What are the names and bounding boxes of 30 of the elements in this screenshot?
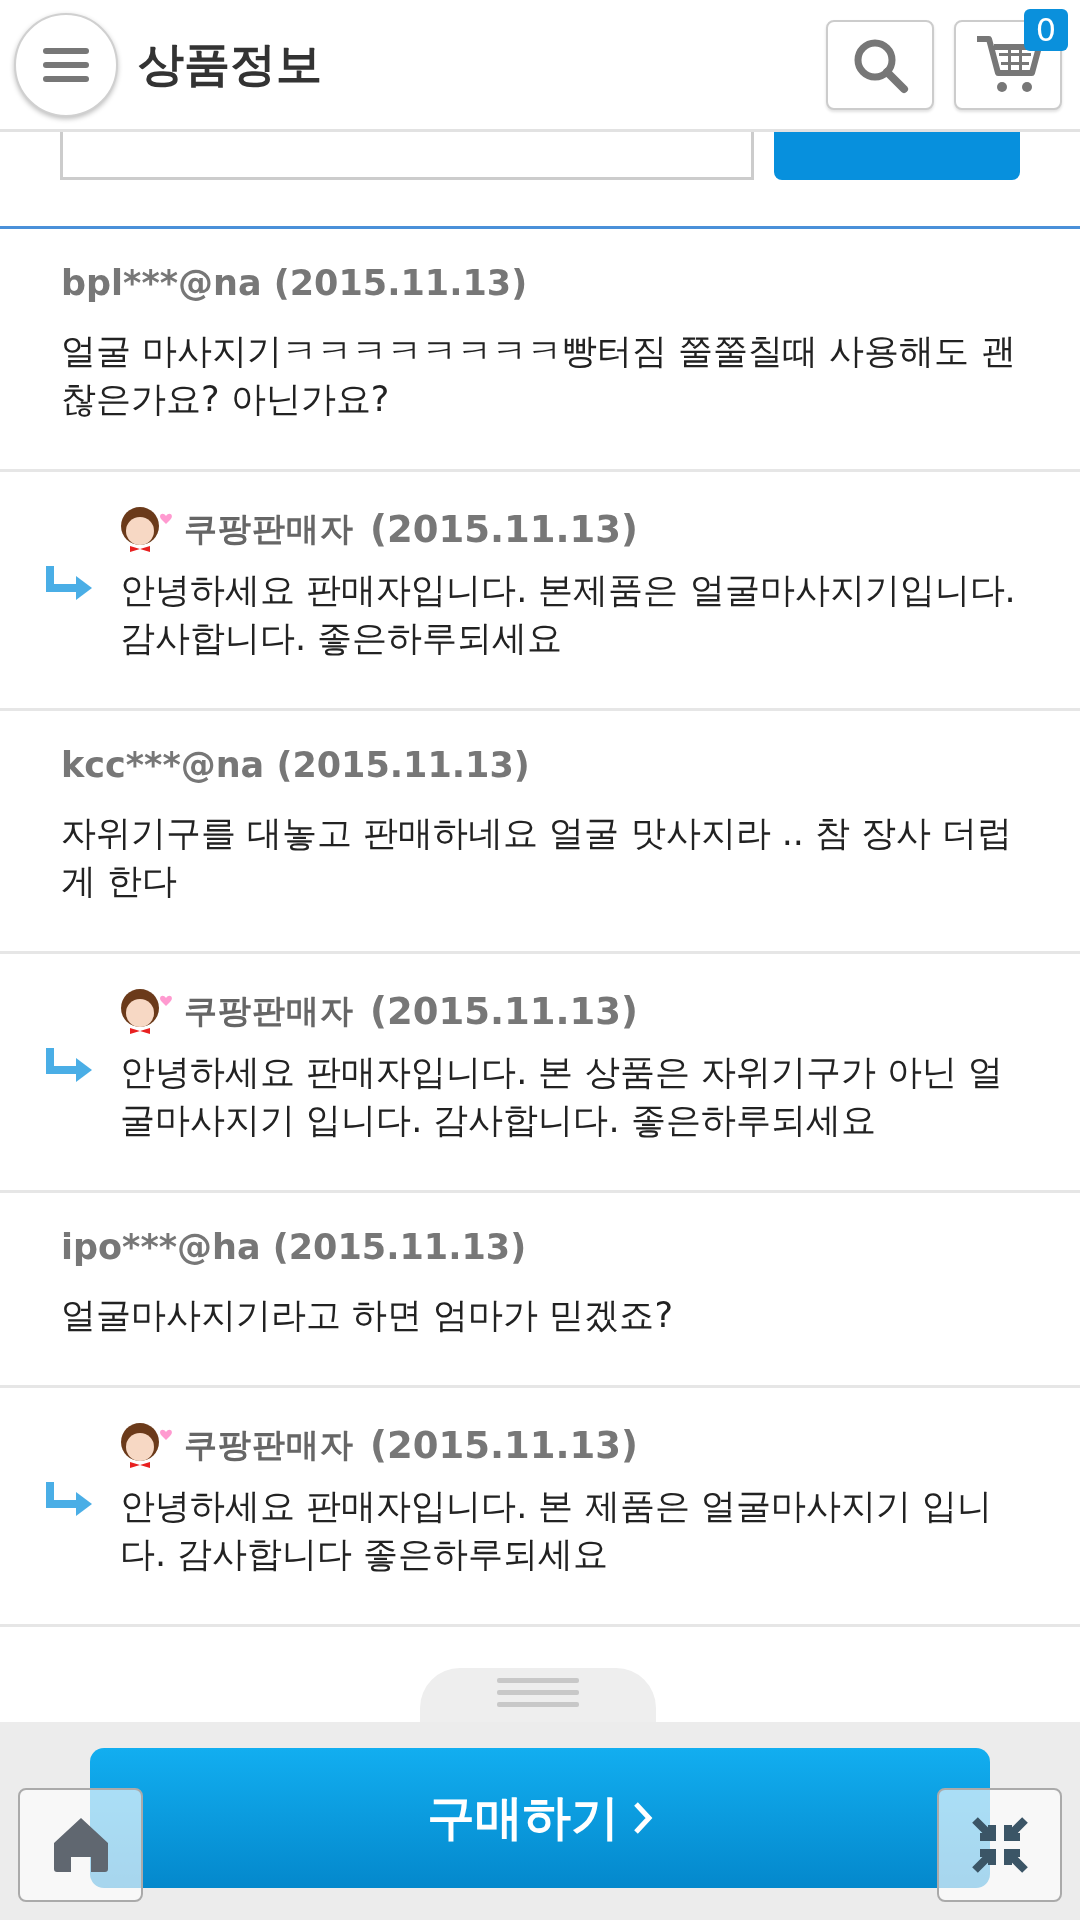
collapse-icon xyxy=(971,1817,1028,1873)
input-field[interactable] xyxy=(60,132,754,180)
handle-icon xyxy=(497,1678,579,1708)
home-icon xyxy=(53,1818,108,1872)
home-button[interactable] xyxy=(18,1788,143,1902)
drawer-handle[interactable] xyxy=(420,1668,656,1722)
menu-icon xyxy=(43,47,89,82)
reply-date: (2015.11.13) xyxy=(370,989,638,1033)
comment-author: ipo***@ha (2015.11.13) xyxy=(61,1227,528,1267)
chevron-icon xyxy=(633,1801,653,1835)
seller-name: 쿠팡판매자 xyxy=(184,507,354,550)
page-title: 상품정보 xyxy=(138,35,322,93)
reply-date: (2015.11.13) xyxy=(370,1423,638,1467)
search-button[interactable] xyxy=(826,19,934,110)
comment-text: 얼굴 마사지기ㅋㅋㅋㅋㅋㅋㅋㅋ빵터짐 쭐쭐칠때 사용해도 괜찮은가요? 아닌가요? xyxy=(61,330,1017,421)
cart-count-badge: 0 xyxy=(1023,9,1068,51)
comment-author: kcc***@na (2015.11.13) xyxy=(61,745,531,785)
comment-text: 자위기구를 대놓고 판매하네요 얼굴 맛사지라 .. 참 장사 더럽게 한다 xyxy=(61,812,1014,903)
cart-button[interactable] xyxy=(954,19,1062,110)
reply-text: 안녕하세요 판매자입니다. 본제품은 얼굴마사지기입니다. 감사합니다. 좋은하루되세요 xyxy=(120,569,1017,660)
seller-name: 쿠팡판매자 xyxy=(184,1423,354,1466)
reply-text: 안녕하세요 판매자입니다. 본 상품은 자위기구가 아닌 얼굴마사지기 입니다. 감사합니다. 좋은하루되세요 xyxy=(120,1051,1004,1142)
reply-date: (2015.11.13) xyxy=(370,507,638,551)
buy-button[interactable]: 구매하기 xyxy=(90,1748,990,1888)
menu-button[interactable] xyxy=(14,12,118,117)
collapse-button[interactable] xyxy=(937,1788,1062,1902)
comment-author: bpl***@na (2015.11.13) xyxy=(61,263,529,303)
reply-text: 안녕하세요 판매자입니다. 본 제품은 얼굴마사지기 입니다. 감사합니다 좋은하루되세요 xyxy=(120,1485,993,1576)
seller-name: 쿠팡판매자 xyxy=(184,989,354,1032)
comment-text: 얼굴마사지기라고 하면 엄마가 믿겠죠? xyxy=(61,1294,674,1337)
